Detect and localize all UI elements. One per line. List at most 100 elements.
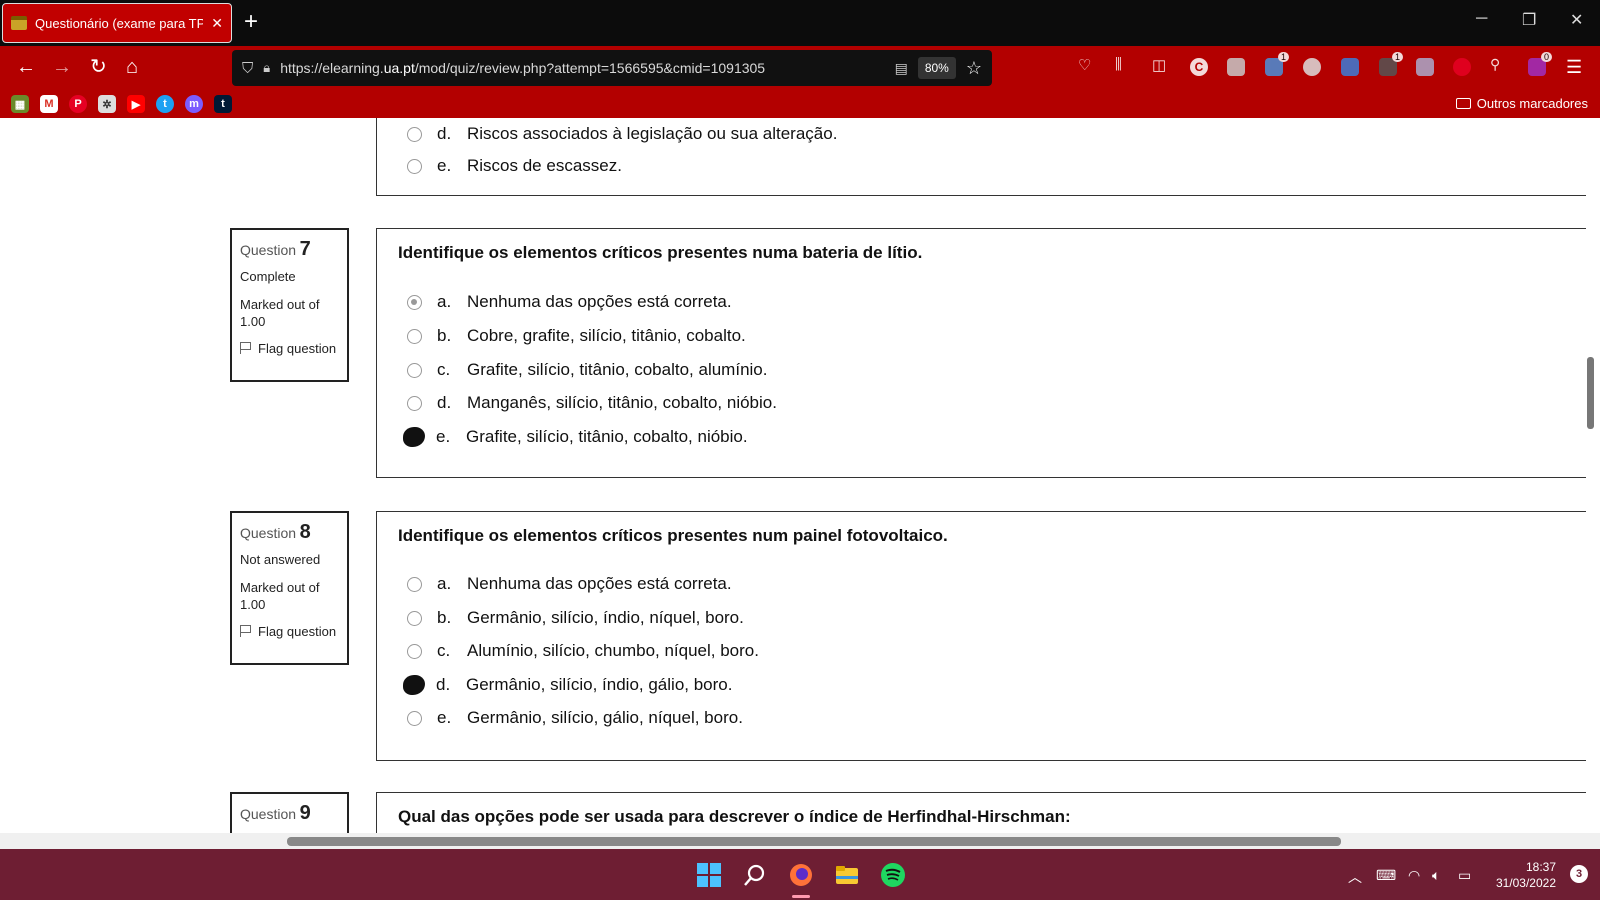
pinterest-icon[interactable] [1453, 58, 1471, 76]
notification-badge[interactable]: 3 [1570, 865, 1588, 883]
wifi-icon[interactable]: ◠ [1408, 867, 1420, 884]
extension-icon[interactable]: ⚲ [1490, 56, 1508, 74]
keyboard-icon[interactable]: ⌨ [1376, 867, 1396, 884]
navigation-bar: ← → ↻ ⌂ ⛉ 🔒︎ https://elearning.ua.pt/mod… [0, 46, 1600, 90]
tumblr-bookmark-icon[interactable]: t [214, 95, 232, 113]
address-bar[interactable]: ⛉ 🔒︎ https://elearning.ua.pt/mod/quiz/re… [232, 50, 992, 86]
lock-icon[interactable]: 🔒︎ [263, 60, 270, 76]
messenger-bookmark-icon[interactable]: m [185, 95, 203, 113]
pocket-icon[interactable]: ♡ [1078, 56, 1096, 74]
option-c[interactable]: c. Grafite, silício, titânio, cobalto, a… [407, 358, 767, 382]
tab-close-icon[interactable]: ✕ [211, 15, 223, 32]
question-status: Not answered [240, 552, 321, 567]
question-info-7: Question 7 Complete Marked out of 1.00 F… [230, 228, 349, 382]
question-text: Qual das opções pode ser usada para desc… [398, 807, 1071, 826]
question-card-7: Identifique os elementos críticos presen… [376, 228, 1586, 478]
option-b[interactable]: b. Cobre, grafite, silício, titânio, cob… [407, 324, 746, 348]
horizontal-scrollbar-thumb[interactable] [287, 837, 1341, 846]
spotify-icon[interactable] [880, 862, 906, 888]
radio-button[interactable] [407, 643, 422, 659]
menu-icon[interactable]: ☰ [1566, 56, 1582, 78]
extension-icon[interactable] [1341, 58, 1359, 76]
radio-button[interactable] [407, 710, 422, 726]
twitter-bookmark-icon[interactable]: t [156, 95, 174, 113]
scribbled-radio-button[interactable] [403, 675, 425, 695]
marked-out-of: Marked out of 1.00 [240, 580, 320, 612]
radio-button[interactable] [407, 395, 422, 411]
radio-button[interactable] [407, 610, 422, 626]
extension-icon[interactable] [1227, 58, 1245, 76]
library-icon[interactable]: ⫼ [1115, 56, 1133, 74]
file-explorer-icon[interactable] [834, 862, 860, 888]
extension-icon[interactable]: 1 [1265, 52, 1289, 76]
active-app-indicator [792, 895, 810, 898]
active-tab[interactable]: Questionário (exame para TP8- ✕ [2, 3, 232, 43]
radio-button[interactable] [407, 158, 422, 174]
youtube-bookmark-icon[interactable]: ▶ [127, 95, 145, 113]
quiz-review-page: d. Riscos associados à legislação ou sua… [0, 118, 1600, 833]
pinterest-bookmark-icon[interactable]: P [69, 95, 87, 113]
vertical-scrollbar[interactable] [1587, 357, 1594, 429]
extension-icon[interactable]: 0 [1528, 52, 1552, 76]
tab-bar: Questionário (exame para TP8- ✕ + ─ ❐ ✕ [0, 0, 1600, 46]
gmail-bookmark-icon[interactable]: M [40, 95, 58, 113]
radio-button[interactable] [407, 576, 422, 592]
restore-icon[interactable]: ❐ [1522, 10, 1536, 30]
search-icon[interactable] [742, 862, 768, 888]
extension-icon[interactable]: 1 [1379, 52, 1403, 76]
folder-icon [1455, 98, 1471, 109]
option-a[interactable]: a. Nenhuma das opções está correta. [407, 572, 732, 596]
option-e[interactable]: e. Germânio, silício, gálio, níquel, bor… [407, 706, 743, 730]
home-icon[interactable]: ⌂ [126, 56, 138, 78]
system-clock[interactable]: 18:37 31/03/2022 [1496, 859, 1556, 891]
option-a[interactable]: a. Nenhuma das opções está correta. [407, 290, 732, 314]
other-bookmarks[interactable]: Outros marcadores [1455, 96, 1588, 111]
flag-icon [240, 342, 252, 354]
battery-icon[interactable]: ▭ [1458, 867, 1471, 884]
radio-button[interactable] [407, 362, 422, 378]
option-d[interactable]: d. Manganês, silício, titânio, cobalto, … [407, 391, 777, 415]
extension-icon[interactable] [1303, 58, 1321, 76]
question-text: Identifique os elementos críticos presen… [398, 526, 948, 545]
url-text[interactable]: https://elearning.ua.pt/mod/quiz/review.… [280, 60, 884, 76]
radio-button[interactable] [407, 126, 422, 142]
show-hidden-icons-icon[interactable]: ︿ [1348, 867, 1362, 887]
option-b[interactable]: b. Germânio, silício, índio, níquel, bor… [407, 606, 744, 630]
flag-icon [240, 625, 252, 637]
sidebar-icon[interactable]: ◫ [1152, 56, 1170, 74]
option-d[interactable]: d. Germânio, silício, índio, gálio, boro… [403, 673, 732, 697]
option-d[interactable]: d. Riscos associados à legislação ou sua… [407, 122, 837, 146]
reader-view-icon[interactable]: ▤ [895, 60, 908, 77]
option-c[interactable]: c. Alumínio, silício, chumbo, níquel, bo… [407, 639, 759, 663]
radio-button[interactable] [407, 328, 422, 344]
forward-icon[interactable]: → [52, 56, 72, 78]
firefox-icon[interactable] [788, 862, 814, 888]
volume-icon[interactable]: 🔈︎ [1432, 867, 1440, 884]
minimize-icon[interactable]: ─ [1476, 10, 1487, 28]
scribbled-radio-button[interactable] [403, 427, 425, 447]
new-tab-icon[interactable]: + [244, 10, 258, 34]
c-extension-icon[interactable]: C [1190, 58, 1208, 76]
extension-bookmark-icon[interactable]: ✲ [98, 95, 116, 113]
zoom-level[interactable]: 80% [917, 57, 956, 79]
radio-button[interactable] [407, 294, 422, 310]
option-e[interactable]: e. Grafite, silício, titânio, cobalto, n… [403, 425, 748, 449]
flag-question-link[interactable]: Flag question [240, 340, 339, 357]
moodle-favicon-icon [11, 16, 27, 30]
question-card-8: Identifique os elementos críticos presen… [376, 511, 1586, 761]
tab-title: Questionário (exame para TP8- [35, 15, 204, 31]
option-e[interactable]: e. Riscos de escassez. [407, 154, 622, 178]
moodle-bookmark-icon[interactable]: ▦ [11, 95, 29, 113]
flag-question-link[interactable]: Flag question [240, 623, 339, 640]
question-text: Identifique os elementos críticos presen… [398, 243, 923, 262]
question-status: Complete [240, 269, 296, 284]
extension-icon[interactable] [1416, 58, 1434, 76]
back-icon[interactable]: ← [16, 56, 36, 78]
reload-icon[interactable]: ↻ [90, 56, 107, 78]
question-card-6: d. Riscos associados à legislação ou sua… [376, 118, 1586, 196]
windows-start-icon[interactable] [696, 862, 722, 888]
marked-out-of: Marked out of 1.00 [240, 297, 320, 329]
bookmark-star-icon[interactable]: ☆ [966, 58, 982, 79]
shield-icon[interactable]: ⛉ [242, 60, 253, 77]
window-close-icon[interactable]: ✕ [1570, 10, 1583, 30]
